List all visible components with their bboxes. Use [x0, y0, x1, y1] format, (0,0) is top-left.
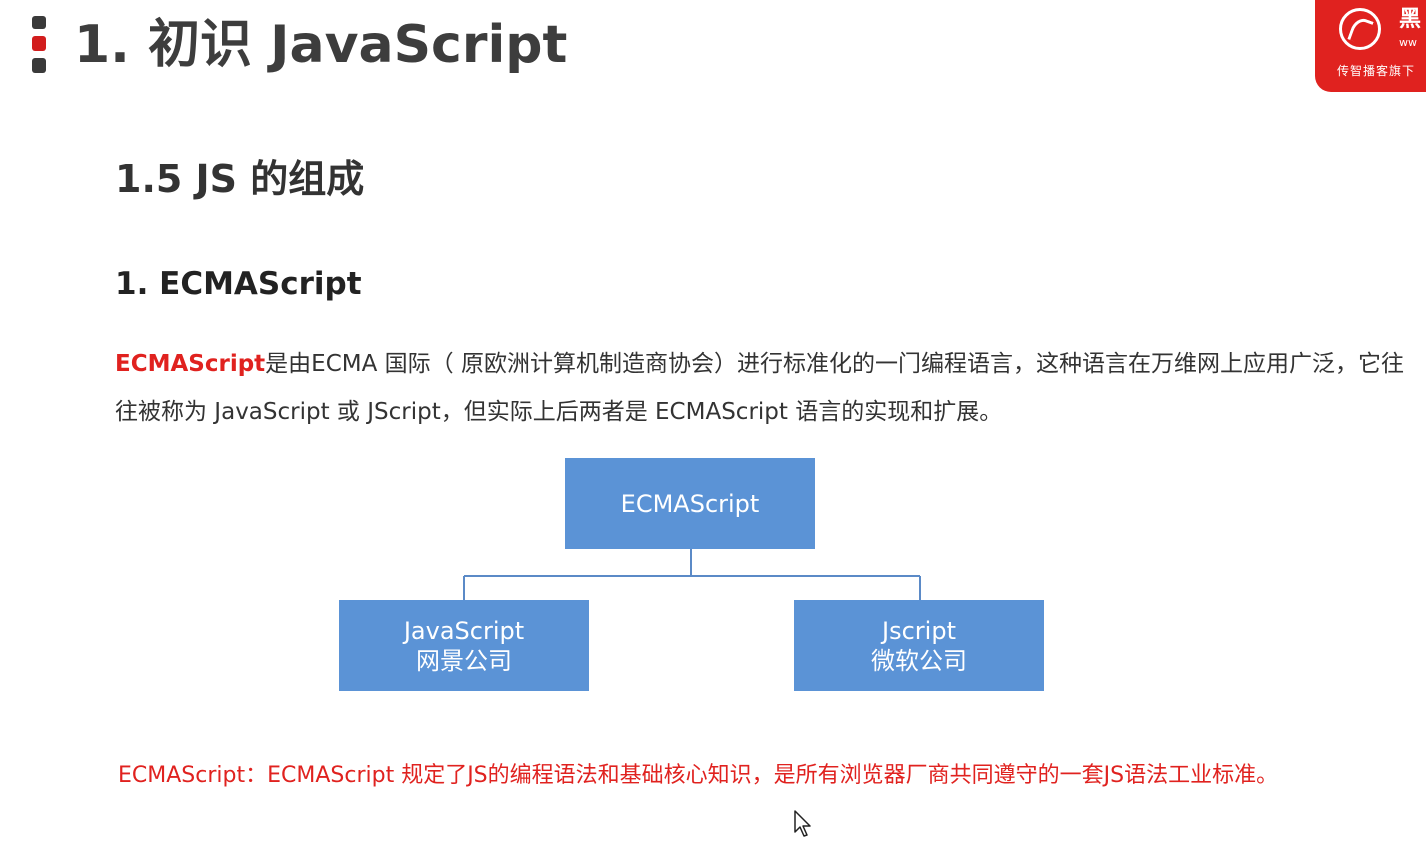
logo-sub-text: ww	[1399, 36, 1417, 49]
subsection-title: 1. ECMAScript	[115, 266, 362, 302]
diagram-node-jscript-company: 微软公司	[871, 646, 967, 675]
title-marker-bottom	[32, 58, 46, 73]
ecmascript-note: ECMAScript：ECMAScript 规定了JS的编程语法和基础核心知识，…	[118, 763, 1279, 788]
logo-mark-text: 黑	[1399, 7, 1422, 32]
diagram-node-javascript-company: 网景公司	[416, 646, 512, 675]
ecmascript-highlight: ECMAScript	[115, 351, 266, 377]
ecmascript-description-text: 是由ECMA 国际（ 原欧洲计算机制造商协会）进行标准化的一门编程语言，这种语言…	[115, 351, 1404, 425]
slide: 1. 初识 JavaScript 黑 ww 传智播客旗下 1.5 JS 的组成 …	[0, 0, 1426, 841]
diagram-node-ecmascript-label: ECMAScript	[620, 489, 760, 518]
page-title: 1. 初识 JavaScript	[74, 15, 568, 75]
diagram-node-ecmascript: ECMAScript	[565, 458, 815, 549]
section-title: 1.5 JS 的组成	[115, 157, 365, 201]
diagram-node-jscript-name: Jscript	[882, 616, 956, 645]
brand-logo: 黑 ww 传智播客旗下	[1315, 0, 1426, 92]
ecmascript-description: ECMAScript是由ECMA 国际（ 原欧洲计算机制造商协会）进行标准化的一…	[115, 340, 1415, 436]
diagram-node-javascript-name: JavaScript	[403, 616, 525, 645]
diagram-node-jscript: Jscript 微软公司	[794, 600, 1044, 691]
logo-caption: 传智播客旗下	[1337, 64, 1416, 78]
title-marker-middle	[32, 36, 46, 51]
horse-logo-icon	[1339, 8, 1381, 50]
diagram-node-javascript: JavaScript 网景公司	[339, 600, 589, 691]
title-marker-top	[32, 16, 46, 29]
mouse-pointer-icon	[794, 810, 811, 837]
